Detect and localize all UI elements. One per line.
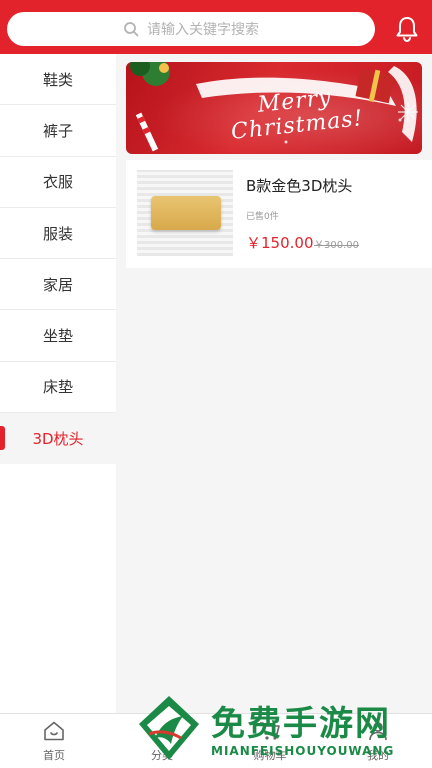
category-sidebar: 鞋类 裤子 衣服 服装 家居 坐垫 床垫 3D枕头 (0, 54, 116, 713)
sidebar-item-label: 衣服 (42, 173, 73, 192)
tab-label: 首页 (43, 749, 65, 762)
sidebar-item-clothes[interactable]: 衣服 (0, 157, 116, 208)
pillow-shape (151, 196, 221, 230)
sidebar-item-label: 裤子 (42, 121, 73, 140)
search-input[interactable]: 请输入关键字搜索 (7, 12, 375, 46)
tab-home[interactable]: 首页 (0, 714, 108, 768)
sidebar-item-label: 3D枕头 (32, 430, 84, 449)
watermark-logo-icon (139, 696, 199, 760)
christmas-banner[interactable]: Merry Christmas! (126, 62, 422, 154)
product-price: ￥150.00 (246, 234, 314, 252)
product-sold-count: 已售0件 (246, 212, 279, 222)
sidebar-item-cushion[interactable]: 坐垫 (0, 310, 116, 362)
site-watermark: 免费手游网 MIANFEISHOUYOUWANG (135, 692, 427, 768)
sidebar-item-label: 鞋类 (42, 70, 73, 89)
product-image (137, 170, 233, 256)
sidebar-item-shoes[interactable]: 鞋类 (0, 54, 116, 106)
home-icon (44, 721, 64, 741)
sidebar-item-label: 家居 (42, 275, 73, 294)
product-card[interactable]: B款金色3D枕头 已售0件 ￥150.00 ￥300.00 (126, 160, 432, 268)
watermark-text-en: MIANFEISHOUYOUWANG (211, 744, 395, 758)
watermark-text-cn: 免费手游网 (211, 704, 391, 744)
sidebar-item-apparel[interactable]: 服装 (0, 208, 116, 260)
search-placeholder: 请输入关键字搜索 (147, 22, 259, 38)
sidebar-item-label: 服装 (42, 224, 73, 243)
search-icon (124, 22, 139, 37)
sidebar-item-home[interactable]: 家居 (0, 259, 116, 311)
sidebar-item-pants[interactable]: 裤子 (0, 105, 116, 157)
sidebar-item-label: 坐垫 (42, 327, 73, 346)
sidebar-item-label: 床垫 (42, 378, 73, 397)
product-title: B款金色3D枕头 (246, 177, 353, 195)
sidebar-item-3d-pillow[interactable]: 3D枕头 (0, 413, 116, 465)
bell-icon[interactable] (393, 15, 421, 43)
sidebar-item-mattress[interactable]: 床垫 (0, 362, 116, 414)
top-bar: 请输入关键字搜索 (0, 0, 432, 54)
product-original-price: ￥300.00 (314, 240, 359, 251)
